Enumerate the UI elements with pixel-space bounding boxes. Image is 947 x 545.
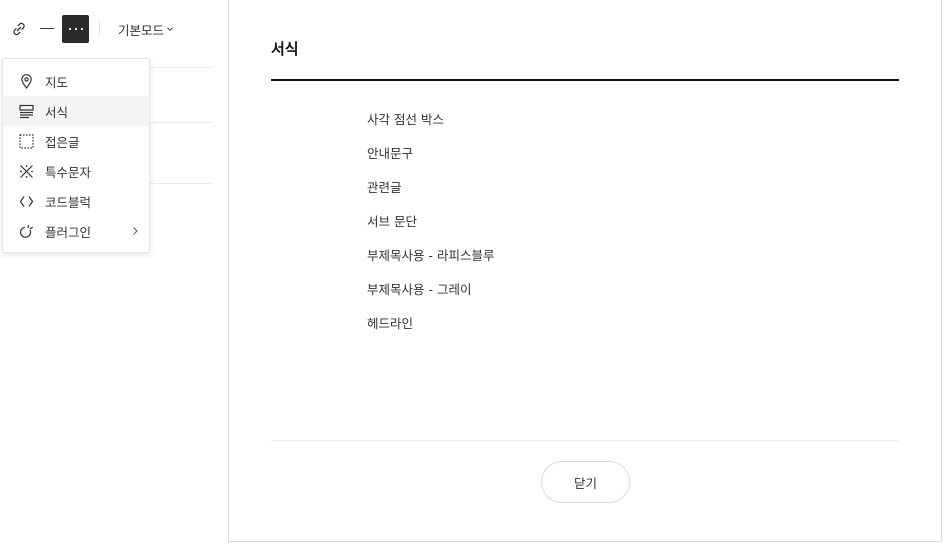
menu-item-label: 플러그인 [45, 224, 92, 240]
dashed-box-icon [18, 133, 35, 150]
chevron-right-icon [133, 227, 138, 235]
menu-item-label: 특수문자 [45, 164, 92, 180]
title-divider [271, 79, 899, 81]
format-option-sub-paragraph[interactable]: 서브 문단 [367, 212, 494, 246]
editor-divider [150, 122, 213, 123]
mode-selector[interactable]: 기본모드 [118, 20, 174, 38]
menu-item-map[interactable]: 지도 [3, 66, 149, 96]
menu-item-label: 접은글 [45, 134, 80, 150]
menu-item-label: 서식 [45, 104, 69, 120]
format-option-headline[interactable]: 헤드라인 [367, 314, 494, 348]
map-pin-icon [18, 73, 35, 90]
code-brackets-icon [18, 193, 35, 210]
menu-item-code-block[interactable]: 코드블럭 [3, 186, 149, 216]
footer-divider [271, 440, 899, 441]
format-option-related-posts[interactable]: 관련글 [367, 178, 494, 212]
format-option-dashed-box[interactable]: 사각 점선 박스 [367, 110, 494, 144]
format-lines-icon [18, 103, 35, 120]
close-button[interactable]: 닫기 [541, 461, 630, 503]
format-panel: 서식 사각 점선 박스 안내문구 관련글 서브 문단 부제목사용 - 라피스블루… [229, 0, 942, 542]
toolbar-divider [99, 20, 100, 36]
chevron-down-icon [167, 27, 173, 32]
plugin-icon [18, 223, 35, 240]
menu-item-label: 지도 [45, 74, 69, 90]
mode-label: 기본모드 [118, 22, 165, 38]
more-options-button[interactable] [62, 15, 89, 43]
link-icon[interactable] [10, 20, 28, 38]
editor-toolbar: 기본모드 [0, 0, 228, 58]
format-option-notice[interactable]: 안내문구 [367, 144, 494, 178]
editor-divider [150, 183, 213, 184]
ellipsis-icon [68, 27, 83, 31]
menu-item-fold[interactable]: 접은글 [3, 126, 149, 156]
special-char-icon [18, 163, 35, 180]
editor-divider [150, 67, 213, 68]
menu-item-label: 코드블럭 [45, 194, 92, 210]
menu-item-special-chars[interactable]: 특수문자 [3, 156, 149, 186]
more-options-menu: 지도 서식 접은글 특수문자 코드블럭 플러그인 [2, 58, 150, 253]
format-option-subtitle-gray[interactable]: 부제목사용 - 그레이 [367, 280, 494, 314]
panel-title: 서식 [271, 40, 299, 58]
menu-item-format[interactable]: 서식 [3, 96, 149, 126]
format-option-list: 사각 점선 박스 안내문구 관련글 서브 문단 부제목사용 - 라피스블루 부제… [367, 110, 494, 348]
format-option-subtitle-blue[interactable]: 부제목사용 - 라피스블루 [367, 246, 494, 280]
horizontal-rule-icon[interactable] [38, 19, 56, 39]
menu-item-plugin[interactable]: 플러그인 [3, 216, 149, 246]
